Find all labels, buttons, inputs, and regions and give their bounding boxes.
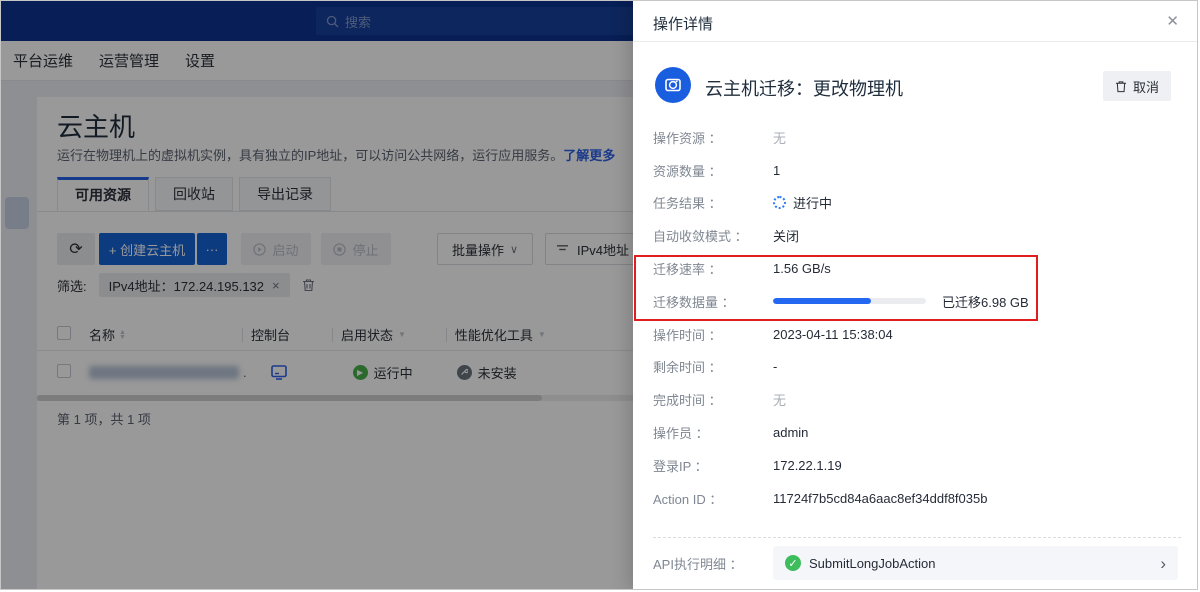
- trash-icon: [1115, 80, 1127, 92]
- detail-row-migration-data: 迁移数据量 ： 已迁移6.98 GB: [653, 294, 1029, 310]
- detail-row-login-ip: 登录IP ： 172.22.1.19: [653, 457, 842, 474]
- detail-row-action-id: Action ID ： 11724f7b5cd84a6aac8ef34ddf8f0…: [653, 490, 988, 507]
- api-detail-item[interactable]: ✓ SubmitLongJobAction ›: [773, 546, 1178, 580]
- drawer-backdrop-mask[interactable]: [1, 1, 633, 589]
- success-check-icon: ✓: [785, 555, 801, 571]
- migration-progress-bar: [773, 298, 926, 305]
- detail-row-operation-time: 操作时间 ： 2023-04-11 15:38:04: [653, 326, 893, 343]
- api-detail-row: API执行明细 ： ✓ SubmitLongJobAction ›: [653, 546, 1178, 580]
- detail-row-remaining-time: 剩余时间 ： -: [653, 359, 778, 376]
- detail-row-task-result: 任务结果 ： 进行中: [653, 196, 833, 212]
- detail-row-resource: 操作资源 ：无: [653, 130, 787, 146]
- detail-row-operator: 操作员 ： admin: [653, 425, 809, 442]
- drawer-header: 操作详情 ✕: [633, 1, 1197, 42]
- api-detail-label: API执行明细 ：: [653, 556, 743, 572]
- drawer-title: 操作详情: [653, 16, 714, 33]
- operation-title: 云主机迁移：更改物理机: [705, 79, 903, 99]
- operation-details-drawer: 操作详情 ✕ 云主机迁移：更改物理机 取消 操作资源 ：无 资源数量 ： 1 任务…: [633, 1, 1197, 589]
- app-window: 搜索 平台运维 运营管理 设置 云主机 运行在物理机上的虚拟机实例，具有独立的I…: [0, 0, 1198, 590]
- close-icon[interactable]: ✕: [1166, 12, 1179, 30]
- api-action-name: SubmitLongJobAction: [809, 555, 936, 571]
- main-content-pane: 搜索 平台运维 运营管理 设置 云主机 运行在物理机上的虚拟机实例，具有独立的I…: [1, 1, 633, 589]
- cancel-operation-button[interactable]: 取消: [1102, 71, 1171, 101]
- vm-migration-icon: [655, 67, 691, 103]
- operation-detail-list: 操作资源 ：无 资源数量 ： 1 任务结果 ： 进行中 自动收敛模式 ：关闭 迁移…: [653, 121, 1179, 515]
- chevron-right-icon: ›: [1160, 553, 1166, 573]
- detail-row-finish-time: 完成时间 ：无: [653, 393, 787, 409]
- loading-spinner-icon: [773, 196, 786, 210]
- section-divider: [653, 537, 1181, 538]
- detail-row-auto-converge: 自动收敛模式 ：关闭: [653, 229, 800, 245]
- detail-row-migration-rate: 迁移速率 ： 1.56 GB/s: [653, 261, 831, 278]
- detail-row-count: 资源数量 ： 1: [653, 162, 781, 179]
